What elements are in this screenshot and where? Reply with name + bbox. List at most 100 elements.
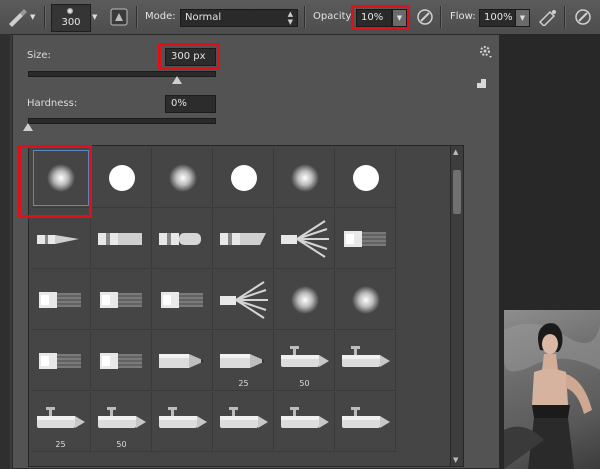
brush-dot-icon — [67, 8, 73, 14]
brush-preset-pencil[interactable] — [153, 331, 213, 391]
soft-round-icon — [47, 164, 75, 192]
airbrush-icon — [159, 407, 207, 428]
tools-panel-edge — [0, 34, 10, 469]
size-slider-thumb[interactable] — [172, 76, 182, 84]
brush-preset-hard-round[interactable] — [92, 148, 152, 208]
pressure-size-icon[interactable] — [574, 8, 592, 30]
brush-preset-hard-round[interactable] — [336, 148, 396, 208]
hardness-slider-thumb[interactable] — [23, 123, 33, 131]
preset-scrollbar[interactable]: ▲ ▼ — [450, 145, 464, 467]
flat-bristle-brush-icon — [161, 292, 203, 308]
canvas-background — [500, 34, 600, 309]
brush-preset-hard-round[interactable] — [214, 148, 274, 208]
airbrush-icon — [220, 407, 268, 428]
brush-preset-airbrush[interactable]: 50 — [92, 392, 152, 452]
preset-size-label: 50 — [116, 440, 127, 449]
size-slider-track[interactable] — [28, 71, 216, 77]
brush-preset-round-point-brush[interactable] — [31, 209, 91, 269]
opacity-value: 10% — [361, 12, 384, 23]
airbrush-icon[interactable] — [538, 8, 558, 30]
brush-preset-picker[interactable]: 300 — [51, 4, 91, 32]
flat-bristle-brush-icon — [100, 353, 142, 369]
hardness-value: 0% — [171, 98, 187, 109]
brush-preset-soft-round[interactable] — [275, 270, 335, 330]
brush-preset-flat-brush[interactable] — [92, 209, 152, 269]
brush-preset-soft-round[interactable] — [336, 270, 396, 330]
soft-round-icon — [352, 286, 380, 314]
new-preset-icon[interactable] — [476, 75, 488, 94]
flow-label: Flow: — [450, 11, 476, 22]
hard-round-icon — [231, 165, 257, 191]
airbrush-icon — [281, 407, 329, 428]
flow-dropdown-button[interactable]: ▼ — [515, 9, 530, 27]
divider — [440, 6, 442, 28]
brush-preset-flat-bristle-brush[interactable] — [153, 270, 213, 330]
opacity-input[interactable]: 10% — [356, 9, 392, 27]
brush-preset-flat-bristle-brush[interactable] — [92, 270, 152, 330]
brush-preset-flat-bristle-brush[interactable] — [92, 331, 152, 391]
round-point-brush-icon — [37, 235, 79, 244]
flat-bristle-brush-icon — [100, 292, 142, 308]
size-input[interactable]: 300 px — [165, 48, 216, 66]
opacity-label: Opacity: — [313, 11, 355, 22]
mode-label: Mode: — [145, 11, 176, 22]
soft-round-icon — [291, 286, 319, 314]
brush-preset-flat-bristle-brush[interactable] — [336, 209, 396, 269]
flat-brush-icon — [98, 233, 142, 245]
preset-size-label: 25 — [238, 379, 249, 388]
toggle-brush-panel-icon[interactable] — [110, 8, 128, 30]
pressure-opacity-icon[interactable] — [416, 8, 434, 30]
size-value: 300 px — [171, 51, 206, 62]
brush-preset-airbrush[interactable] — [153, 392, 213, 452]
brush-preset-airbrush[interactable] — [214, 392, 274, 452]
flow-input[interactable]: 100% — [479, 9, 516, 27]
brush-preset-round-blunt-brush[interactable] — [153, 209, 213, 269]
brush-preset-airbrush[interactable]: 50 — [275, 331, 335, 391]
scrollbar-thumb[interactable] — [453, 170, 461, 214]
preset-size-label: 50 — [299, 379, 310, 388]
document-canvas[interactable] — [500, 34, 600, 469]
updown-icon: ▲ ▼ — [287, 10, 293, 26]
hardness-input[interactable]: 0% — [165, 95, 216, 113]
hard-round-icon — [353, 165, 379, 191]
flat-bristle-brush-icon — [39, 292, 81, 308]
flow-value: 100% — [484, 12, 513, 23]
divider — [564, 6, 566, 28]
brush-preset-airbrush[interactable]: 25 — [31, 392, 91, 452]
brush-preset-flat-bristle-brush[interactable] — [31, 331, 91, 391]
chevron-down-icon[interactable]: ▼ — [30, 13, 35, 21]
pencil-icon — [159, 354, 205, 368]
mode-select[interactable]: Normal ▲ ▼ — [180, 9, 298, 27]
scroll-down-icon[interactable]: ▼ — [453, 456, 458, 464]
hardness-slider-track[interactable] — [28, 118, 216, 124]
gear-icon[interactable] — [479, 44, 493, 63]
size-label: Size: — [27, 50, 51, 61]
soft-round-icon — [169, 164, 197, 192]
divider — [136, 6, 138, 28]
brush-tool-icon[interactable] — [6, 7, 28, 31]
divider — [44, 6, 46, 28]
chevron-down-icon[interactable]: ▼ — [92, 13, 97, 21]
angled-brush-icon — [220, 233, 266, 245]
brush-preset-airbrush[interactable] — [336, 331, 396, 391]
opacity-dropdown-button[interactable]: ▼ — [392, 9, 407, 27]
brush-preset-airbrush[interactable] — [336, 392, 396, 452]
soft-round-icon — [291, 164, 319, 192]
brush-preset-fan-brush[interactable] — [275, 209, 335, 269]
brush-preset-flat-bristle-brush[interactable] — [31, 270, 91, 330]
brush-preset-pencil[interactable]: 25 — [214, 331, 274, 391]
airbrush-icon — [342, 407, 390, 428]
brush-preset-airbrush[interactable] — [275, 392, 335, 452]
flat-bristle-brush-icon — [344, 231, 386, 247]
round-blunt-brush-icon — [159, 233, 201, 245]
divider — [304, 6, 306, 28]
brush-preset-soft-round[interactable] — [31, 148, 91, 208]
brush-preset-fan-brush[interactable] — [214, 270, 274, 330]
brush-preset-grid: 25 50 25 50 — [28, 145, 452, 467]
fan-brush-icon — [281, 220, 329, 258]
brush-preset-angled-brush[interactable] — [214, 209, 274, 269]
brush-preset-soft-round[interactable] — [275, 148, 335, 208]
hard-round-icon — [109, 165, 135, 191]
scroll-up-icon[interactable]: ▲ — [453, 148, 458, 156]
brush-preset-soft-round[interactable] — [153, 148, 213, 208]
